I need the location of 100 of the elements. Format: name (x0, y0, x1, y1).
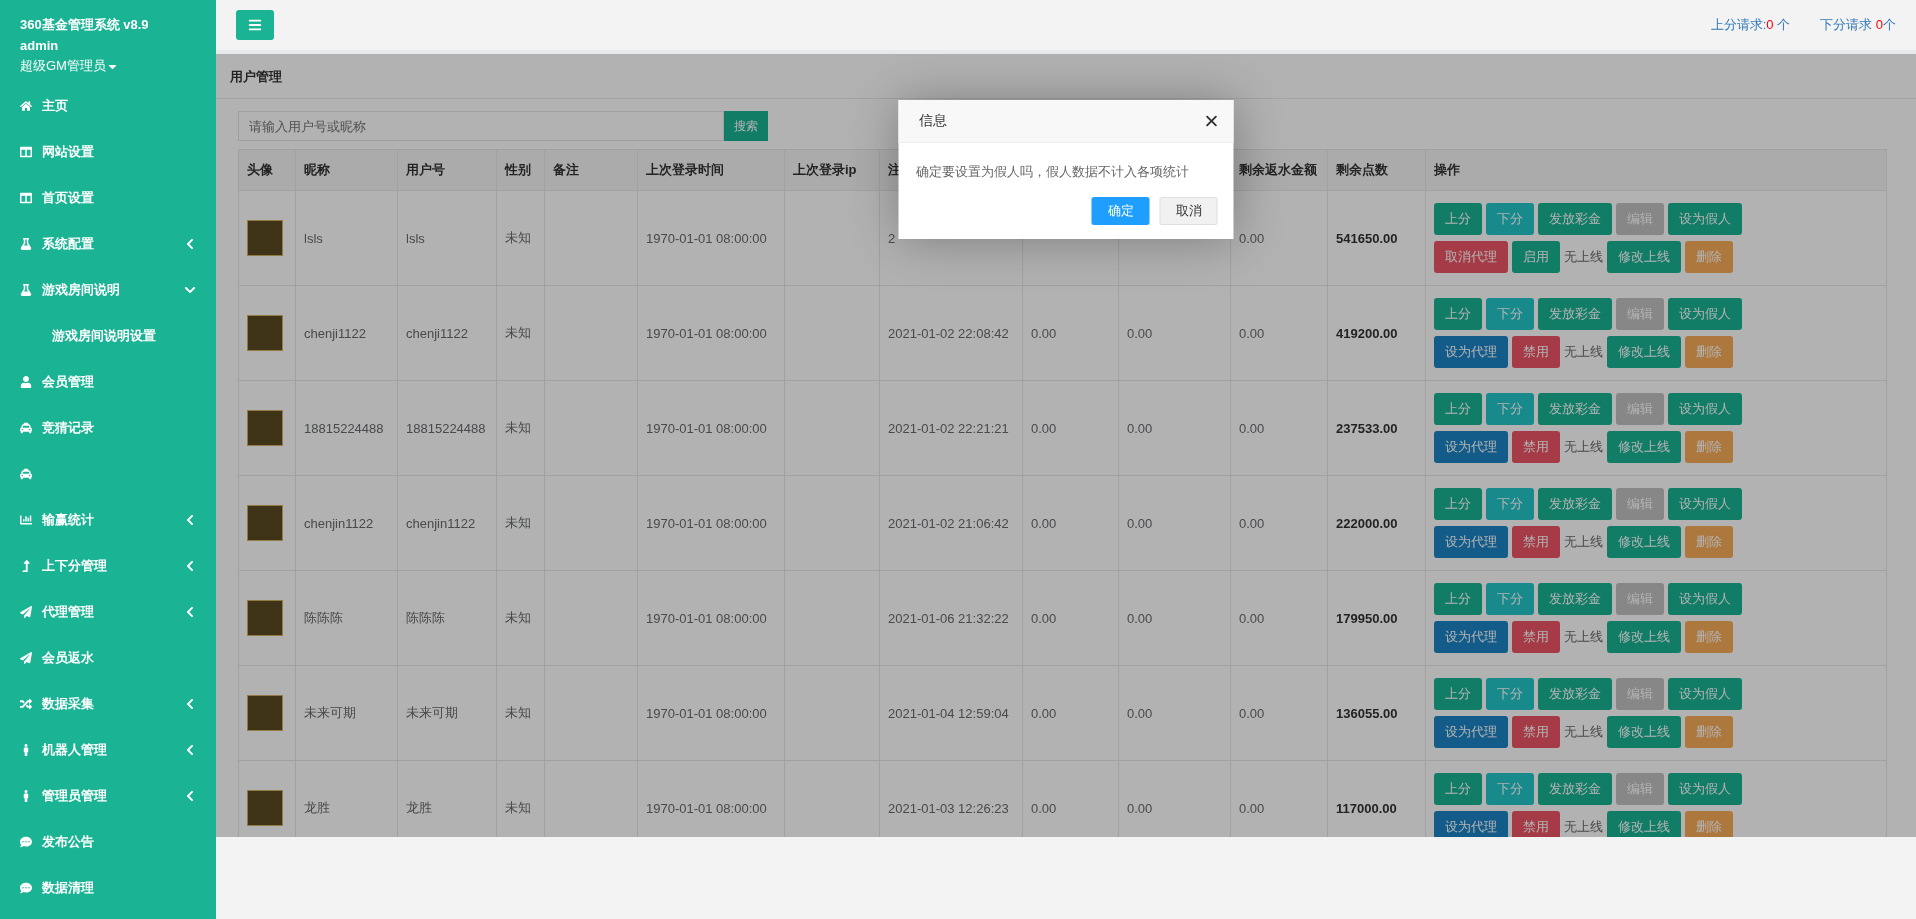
action-button[interactable]: 发放彩金 (1538, 488, 1612, 520)
sidebar-item[interactable]: 输赢统计 (0, 497, 216, 543)
menu-icon (248, 18, 262, 32)
action-button[interactable]: 设为代理 (1434, 431, 1508, 463)
action-button[interactable]: 修改上线 (1607, 431, 1681, 463)
action-button[interactable]: 下分 (1486, 678, 1534, 710)
action-button[interactable]: 发放彩金 (1538, 393, 1612, 425)
request-link[interactable]: 上分请求:0 个 (1710, 16, 1791, 34)
action-button[interactable]: 修改上线 (1607, 811, 1681, 837)
user-name: admin (20, 38, 60, 53)
action-button[interactable]: 下分 (1486, 583, 1534, 615)
column-header: 用户号 (397, 149, 497, 191)
action-button[interactable]: 上分 (1434, 583, 1482, 615)
action-button[interactable]: 设为代理 (1434, 526, 1508, 558)
action-button[interactable]: 上分 (1434, 203, 1482, 235)
action-button[interactable]: 上分 (1434, 298, 1482, 330)
action-button[interactable]: 上分 (1434, 393, 1482, 425)
action-button[interactable]: 下分 (1486, 488, 1534, 520)
action-button[interactable]: 下分 (1486, 203, 1534, 235)
action-button[interactable]: 发放彩金 (1538, 298, 1612, 330)
action-button[interactable]: 设为假人 (1668, 678, 1742, 710)
action-button[interactable]: 禁用 (1512, 431, 1560, 463)
sidebar-item[interactable]: 竞猜记录 (0, 405, 216, 451)
sidebar-item[interactable]: 发布公告 (0, 819, 216, 865)
sidebar-item[interactable]: 机器人管理 (0, 727, 216, 773)
action-button[interactable]: 上分 (1434, 773, 1482, 805)
action-button[interactable]: 修改上线 (1607, 621, 1681, 653)
sidebar-item[interactable]: 会员返水 (0, 635, 216, 681)
sidebar-item[interactable]: 上下分管理 (0, 543, 216, 589)
action-button[interactable]: 修改上线 (1607, 716, 1681, 748)
action-button[interactable]: 设为假人 (1668, 298, 1742, 330)
table-cell: 237533.00 (1327, 380, 1426, 476)
menu-button[interactable] (236, 10, 274, 40)
action-button[interactable]: 禁用 (1512, 811, 1560, 837)
sidebar-item[interactable]: 管理员管理 (0, 773, 216, 819)
chevron-left-icon (184, 560, 196, 572)
action-button[interactable]: 修改上线 (1607, 241, 1681, 273)
action-button[interactable]: 发放彩金 (1538, 678, 1612, 710)
sidebar-item[interactable]: 游戏房间说明设置 (0, 313, 216, 359)
action-button[interactable]: 修改上线 (1607, 336, 1681, 368)
sidebar-item[interactable]: 主页 (0, 83, 216, 129)
sidebar-item[interactable]: 数据采集 (0, 681, 216, 727)
action-button[interactable]: 设为假人 (1668, 203, 1742, 235)
action-button[interactable]: 发放彩金 (1538, 773, 1612, 805)
avatar-placeholder (247, 410, 283, 446)
action-button[interactable]: 禁用 (1512, 526, 1560, 558)
avatar-placeholder (247, 220, 283, 256)
action-button[interactable]: 禁用 (1512, 716, 1560, 748)
action-button[interactable]: 删除 (1685, 431, 1733, 463)
action-button[interactable]: 删除 (1685, 716, 1733, 748)
search-field[interactable]: 请输入用户号或昵称 (238, 111, 724, 141)
action-button[interactable]: 删除 (1685, 621, 1733, 653)
table-cell: 541650.00 (1327, 190, 1426, 286)
cancel-button[interactable]: 取消 (1159, 197, 1218, 225)
column-header: 剩余点数 (1327, 149, 1426, 191)
action-button[interactable]: 发放彩金 (1538, 203, 1612, 235)
action-button[interactable]: 设为假人 (1668, 583, 1742, 615)
action-button[interactable]: 删除 (1685, 811, 1733, 837)
sidebar-item[interactable]: 游戏房间说明 (0, 267, 216, 313)
action-button[interactable]: 取消代理 (1434, 241, 1508, 273)
table-cell: 2021-01-04 12:59:04 (879, 665, 1023, 761)
role-dropdown[interactable]: 超级GM管理员 (20, 57, 196, 75)
action-button[interactable]: 删除 (1685, 336, 1733, 368)
action-button[interactable]: 修改上线 (1607, 526, 1681, 558)
action-button[interactable]: 设为假人 (1668, 488, 1742, 520)
upline-status: 无上线 (1564, 818, 1603, 836)
chevron-left-icon (184, 698, 196, 710)
table-cell: 0.00 (1022, 475, 1119, 571)
action-button[interactable]: 禁用 (1512, 621, 1560, 653)
action-button[interactable]: 禁用 (1512, 336, 1560, 368)
table-cell: chenji1122 (397, 285, 497, 381)
action-button[interactable]: 下分 (1486, 773, 1534, 805)
action-button[interactable]: 删除 (1685, 526, 1733, 558)
confirm-button[interactable]: 确定 (1091, 197, 1150, 225)
columns-icon (20, 146, 32, 158)
sidebar-item[interactable]: 代理管理 (0, 589, 216, 635)
action-button[interactable]: 删除 (1685, 241, 1733, 273)
action-button[interactable]: 设为代理 (1434, 336, 1508, 368)
action-button[interactable]: 设为假人 (1668, 393, 1742, 425)
table-cell: 0.00 (1230, 380, 1328, 476)
table-cell: 未知 (496, 475, 545, 571)
sidebar-item[interactable]: 网站设置 (0, 129, 216, 175)
avatar-placeholder (247, 695, 283, 731)
action-button[interactable]: 上分 (1434, 678, 1482, 710)
action-button[interactable]: 设为假人 (1668, 773, 1742, 805)
action-button[interactable]: 下分 (1486, 393, 1534, 425)
sidebar-item[interactable]: 数据清理 (0, 865, 216, 911)
sidebar-item[interactable]: 会员管理 (0, 359, 216, 405)
action-button[interactable]: 上分 (1434, 488, 1482, 520)
action-button[interactable]: 下分 (1486, 298, 1534, 330)
action-button[interactable]: 发放彩金 (1538, 583, 1612, 615)
request-link[interactable]: 下分请求 0个 (1820, 16, 1896, 34)
sidebar-item[interactable]: 首页设置 (0, 175, 216, 221)
action-button[interactable]: 设为代理 (1434, 811, 1508, 837)
search-button[interactable]: 搜索 (724, 111, 768, 141)
action-button[interactable]: 启用 (1512, 241, 1560, 273)
column-header: 上次登录ip (784, 149, 880, 191)
action-button[interactable]: 设为代理 (1434, 716, 1508, 748)
action-button[interactable]: 设为代理 (1434, 621, 1508, 653)
sidebar-item[interactable]: 系统配置 (0, 221, 216, 267)
